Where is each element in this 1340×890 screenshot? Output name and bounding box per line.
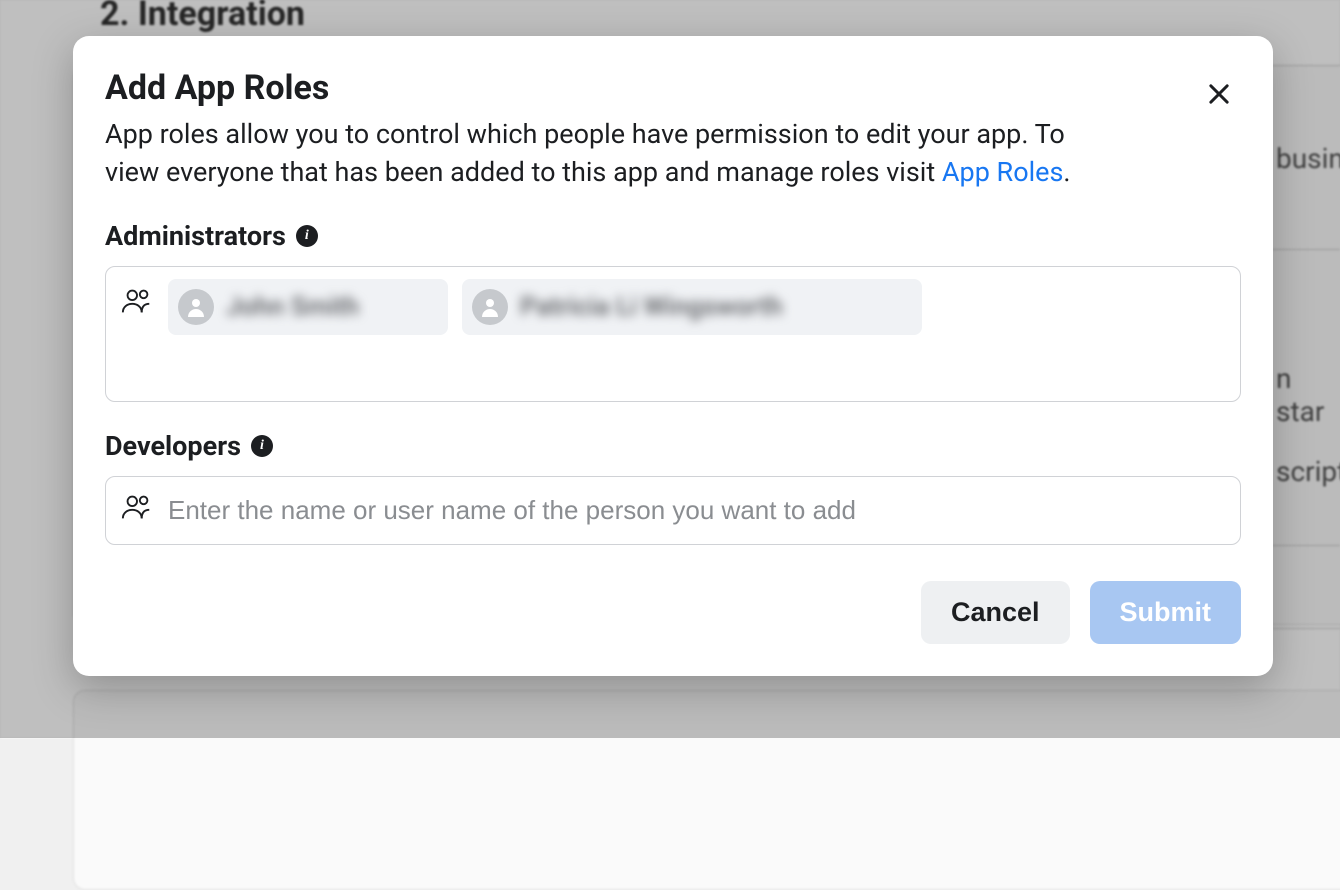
modal-footer: Cancel Submit <box>105 561 1241 644</box>
modal-title: Add App Roles <box>105 68 1115 108</box>
cancel-button[interactable]: Cancel <box>921 581 1070 644</box>
close-button[interactable] <box>1197 72 1241 121</box>
info-icon[interactable]: i <box>296 225 318 247</box>
admin-chip-name: John Smith <box>226 292 359 322</box>
info-icon[interactable]: i <box>251 435 273 457</box>
administrators-field[interactable]: John Smith Patricia Li Wingsworth <box>105 266 1241 402</box>
modal-subtitle-suffix: . <box>1063 156 1070 188</box>
developers-field[interactable] <box>105 476 1241 545</box>
developers-input[interactable] <box>168 489 1226 532</box>
people-icon <box>120 287 154 319</box>
people-icon <box>120 493 154 525</box>
administrators-label: Administrators <box>105 220 286 252</box>
app-roles-link[interactable]: App Roles <box>942 156 1064 188</box>
developers-section: Developers i <box>105 430 1241 545</box>
close-icon <box>1205 79 1233 115</box>
avatar-icon <box>472 289 508 325</box>
modal-subtitle-text: App roles allow you to control which peo… <box>105 118 1065 188</box>
admin-chip[interactable]: Patricia Li Wingsworth <box>462 279 922 335</box>
administrators-section: Administrators i John Smith <box>105 220 1241 402</box>
admin-chip[interactable]: John Smith <box>168 279 448 335</box>
modal-subtitle: App roles allow you to control which peo… <box>105 116 1115 192</box>
submit-button[interactable]: Submit <box>1090 581 1242 644</box>
avatar-icon <box>178 289 214 325</box>
add-app-roles-modal: Add App Roles App roles allow you to con… <box>73 36 1273 676</box>
admin-chip-name: Patricia Li Wingsworth <box>520 292 783 322</box>
developers-label: Developers <box>105 430 241 462</box>
